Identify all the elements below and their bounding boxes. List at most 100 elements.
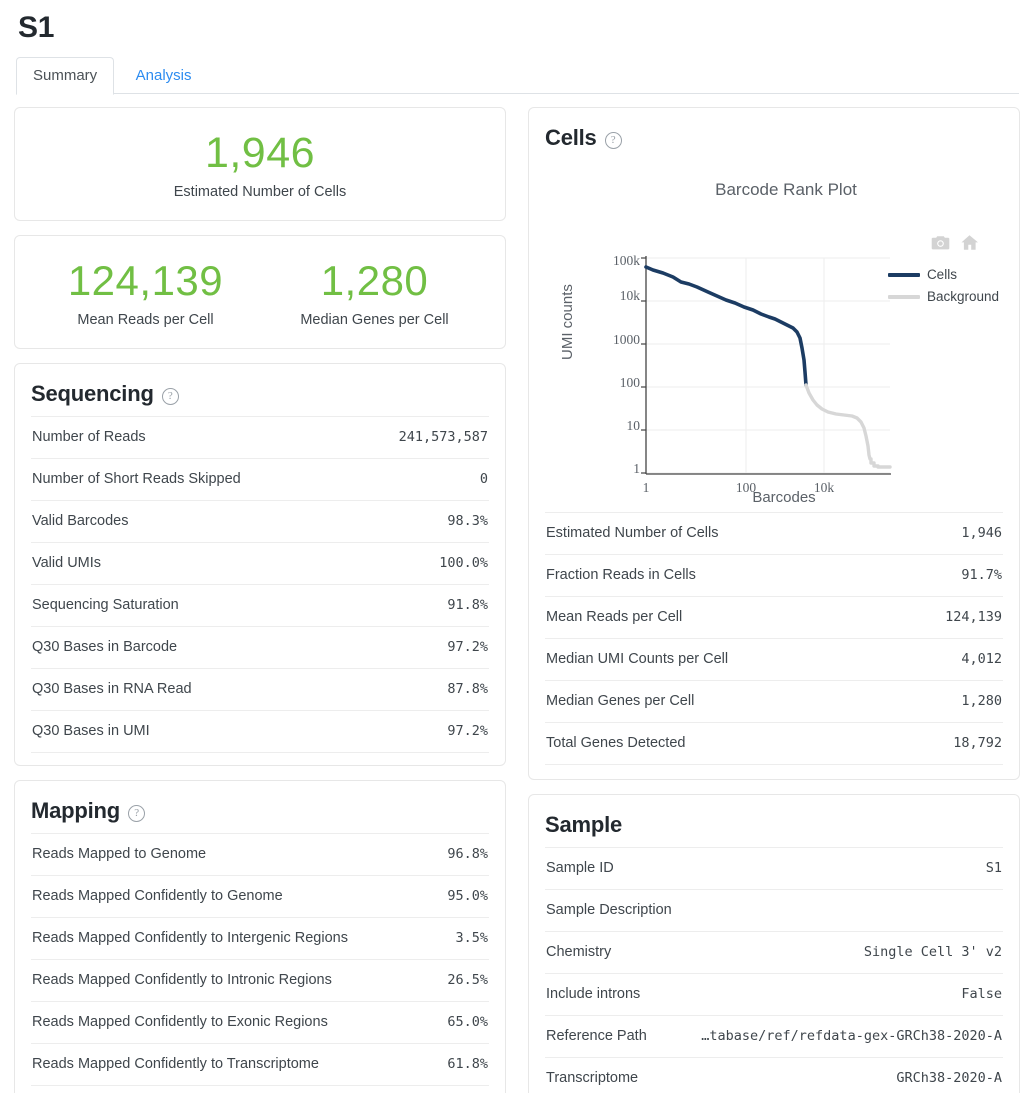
metric-value xyxy=(681,890,1003,932)
table-row: Median Genes per Cell 1,280 xyxy=(545,680,1003,723)
metric-value: 18,792 xyxy=(953,735,1002,751)
metric-value: 1,280 xyxy=(961,693,1002,709)
metric-label: Transcriptome xyxy=(546,1070,639,1086)
metric-value: 0 xyxy=(479,471,488,487)
mean-reads-metric: 124,139 Mean Reads per Cell xyxy=(31,256,260,330)
metric-label: Q30 Bases in UMI xyxy=(32,723,150,739)
plot-xlabel: Barcodes xyxy=(752,489,816,506)
metric-value: 1,946 xyxy=(961,525,1002,541)
question-circle-icon[interactable]: ? xyxy=(604,131,622,149)
metric-value: …tabase/ref/refdata-gex-GRCh38-2020-A xyxy=(701,1028,1002,1044)
metric-label: Reference Path xyxy=(546,1028,647,1044)
metric-value: 65.0% xyxy=(447,1014,488,1030)
tab-bar: Summary Analysis xyxy=(16,57,1019,95)
sample-card: Sample Sample ID S1 Sample Description Ch… xyxy=(528,794,1020,1093)
mapping-table: Reads Mapped to Genome 96.8% Reads Mapped… xyxy=(31,833,489,1093)
metric-value: 98.3% xyxy=(447,513,488,529)
table-row: Sample Description xyxy=(545,889,1003,932)
metric-value: False xyxy=(961,986,1002,1002)
mapping-title: Mapping xyxy=(31,798,121,823)
metric-value: 3.5% xyxy=(455,930,488,946)
metric-value: 87.8% xyxy=(447,681,488,697)
table-row: Reads Mapped Confidently to Intergenic R… xyxy=(31,917,489,960)
table-row: Number of Short Reads Skipped 0 xyxy=(31,458,489,501)
median-genes-value: 1,280 xyxy=(320,257,429,304)
metric-label: Reads Mapped Confidently to Intergenic R… xyxy=(32,930,348,946)
metric-value: 91.8% xyxy=(447,597,488,613)
reads-genes-card: 124,139 Mean Reads per Cell 1,280 Median… xyxy=(14,235,506,349)
table-row: Fraction Reads in Cells 91.7% xyxy=(545,554,1003,597)
table-row: Chemistry Single Cell 3' v2 xyxy=(545,931,1003,974)
metric-label: Sample ID xyxy=(546,860,614,876)
metric-label: Total Genes Detected xyxy=(546,735,686,751)
metric-value: 1.3% xyxy=(435,1086,489,1093)
table-row: Number of Reads 241,573,587 xyxy=(31,416,489,459)
table-row: Include introns False xyxy=(545,973,1003,1016)
table-row: Reads Mapped to Genome 96.8% xyxy=(31,833,489,876)
metric-value: 97.2% xyxy=(447,639,488,655)
content-columns: 1,946 Estimated Number of Cells 124,139 … xyxy=(14,107,1020,1093)
cells-title: Cells xyxy=(545,125,597,150)
metric-value: 91.7% xyxy=(961,567,1002,583)
barcode-rank-plot[interactable]: Barcode Rank Plot Cells Background UMI c… xyxy=(545,160,1003,512)
estimated-cells-card: 1,946 Estimated Number of Cells xyxy=(14,107,506,221)
metric-value: S1 xyxy=(985,860,1002,876)
table-row: Reads Mapped Confidently to Genome 95.0% xyxy=(31,875,489,918)
metric-label: Estimated Number of Cells xyxy=(546,525,719,541)
cells-heading: Cells ? xyxy=(545,108,1003,160)
question-circle-icon[interactable]: ? xyxy=(161,387,179,405)
metric-label: Reads Mapped Antisense to Gene xyxy=(31,1086,435,1093)
metric-label: Reads Mapped Confidently to Intronic Reg… xyxy=(32,972,332,988)
metric-value: 4,012 xyxy=(961,651,1002,667)
cells-card: Cells ? Barcode Rank Plot Cells Backgrou… xyxy=(528,107,1020,780)
table-row: Reads Mapped Confidently to Exonic Regio… xyxy=(31,1001,489,1044)
estimated-cells-label: Estimated Number of Cells xyxy=(173,184,347,200)
metric-label: Q30 Bases in Barcode xyxy=(32,639,178,655)
metric-value: 97.2% xyxy=(447,723,488,739)
metric-value: 100.0% xyxy=(439,555,488,571)
metric-label: Q30 Bases in RNA Read xyxy=(32,681,192,697)
series-background xyxy=(804,383,892,469)
mapping-heading: Mapping ? xyxy=(31,781,489,833)
table-row: Median UMI Counts per Cell 4,012 xyxy=(545,638,1003,681)
metric-label: Median Genes per Cell xyxy=(546,693,695,709)
table-row: Valid UMIs 100.0% xyxy=(31,542,489,585)
web-summary-page: S1 Summary Analysis 1,946 Estimated Numb… xyxy=(0,8,1033,1093)
tab-summary[interactable]: Summary xyxy=(16,57,115,95)
cells-table: Estimated Number of Cells 1,946 Fraction … xyxy=(545,512,1003,765)
left-column: 1,946 Estimated Number of Cells 124,139 … xyxy=(14,107,506,1093)
mapping-card: Mapping ? Reads Mapped to Genome 96.8% Re… xyxy=(14,780,506,1093)
metric-value: 61.8% xyxy=(447,1056,488,1072)
table-row: Transcriptome GRCh38-2020-A xyxy=(545,1057,1003,1093)
plot-canvas xyxy=(641,256,892,475)
estimated-cells-value: 1,946 xyxy=(204,129,316,177)
metric-label: Valid Barcodes xyxy=(32,513,129,529)
table-row: Q30 Bases in RNA Read 87.8% xyxy=(31,668,489,711)
mean-reads-label: Mean Reads per Cell xyxy=(77,312,214,328)
table-row: Reads Mapped Antisense to Gene1.3% xyxy=(31,1085,489,1093)
metric-label: Valid UMIs xyxy=(32,555,102,571)
metric-value: 124,139 xyxy=(945,609,1002,625)
sample-table: Sample ID S1 Sample Description Chemistry… xyxy=(545,847,1003,1093)
table-row: Reads Mapped Confidently to Transcriptom… xyxy=(31,1043,489,1086)
sequencing-card: Sequencing ? Number of Reads 241,573,587 … xyxy=(14,363,506,766)
sample-title: Sample xyxy=(545,812,623,837)
question-circle-icon[interactable]: ? xyxy=(128,804,146,822)
tab-analysis[interactable]: Analysis xyxy=(119,57,209,95)
metric-value: 96.8% xyxy=(447,846,488,862)
table-row: Total Genes Detected 18,792 xyxy=(545,722,1003,765)
metric-label: Mean Reads per Cell xyxy=(546,609,683,625)
sequencing-heading: Sequencing ? xyxy=(31,364,489,416)
sequencing-table: Number of Reads 241,573,587 Number of Sho… xyxy=(31,416,489,753)
metric-label: Number of Reads xyxy=(32,429,146,445)
table-row: Valid Barcodes 98.3% xyxy=(31,500,489,543)
page-title: S1 xyxy=(18,11,55,44)
median-genes-metric: 1,280 Median Genes per Cell xyxy=(260,256,489,330)
sample-heading: Sample xyxy=(545,795,1003,847)
mean-reads-value: 124,139 xyxy=(67,257,224,304)
metric-value: 241,573,587 xyxy=(398,429,488,445)
metric-value: GRCh38-2020-A xyxy=(896,1070,1002,1086)
metric-label: Number of Short Reads Skipped xyxy=(32,471,241,487)
table-row: Reads Mapped Confidently to Intronic Reg… xyxy=(31,959,489,1002)
metric-label: Reads Mapped Confidently to Transcriptom… xyxy=(32,1056,319,1072)
